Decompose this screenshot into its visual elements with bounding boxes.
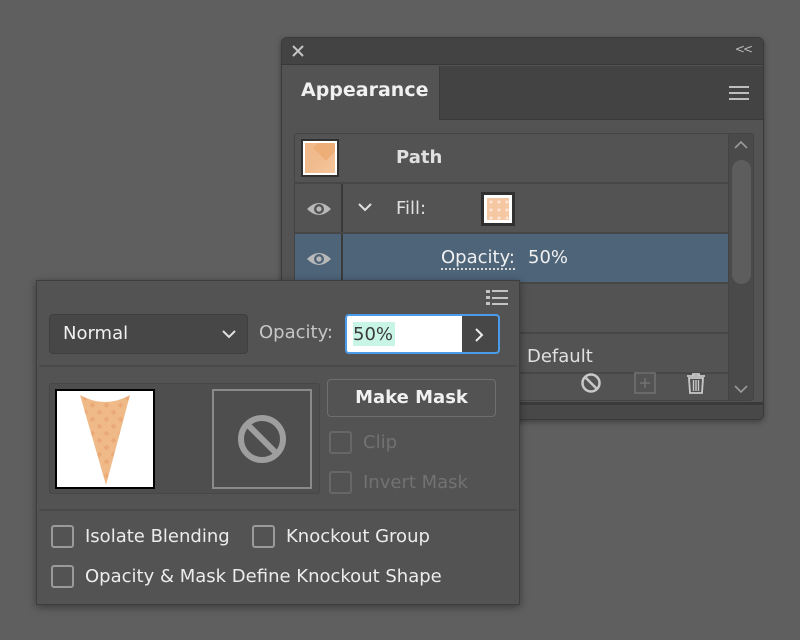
close-icon[interactable]: [291, 44, 305, 58]
opacity-link[interactable]: Opacity:: [441, 248, 515, 270]
tab-appearance[interactable]: Appearance: [282, 66, 440, 120]
opacity-field[interactable]: [345, 314, 500, 354]
list-item-opacity[interactable]: Opacity: 50%: [295, 234, 728, 284]
opacity-value: 50%: [528, 247, 569, 268]
chevron-down-icon[interactable]: [357, 201, 373, 213]
blend-mode-select[interactable]: Normal: [49, 314, 248, 354]
eye-icon[interactable]: [306, 201, 332, 217]
opacity-label: Opacity:: [259, 322, 333, 343]
appearance-titlebar[interactable]: <<: [282, 38, 763, 65]
opacity-slider-button[interactable]: [462, 316, 498, 352]
appearance-tabbar: Appearance: [282, 66, 763, 120]
default-label: Default: [527, 346, 593, 367]
scrollbar[interactable]: [728, 134, 753, 400]
mask-thumbnails: [49, 383, 320, 494]
eye-icon[interactable]: [306, 251, 332, 267]
visibility-toggle[interactable]: [295, 234, 343, 282]
transparency-panel: Normal Opacity: 50% Make Mask Clip Inver…: [36, 280, 520, 605]
invert-mask-checkbox[interactable]: [329, 471, 352, 494]
opacity-mask-knockout-checkbox[interactable]: [51, 565, 74, 588]
list-item-fill[interactable]: Fill:: [295, 184, 728, 234]
no-sign-icon: [238, 415, 286, 463]
isolate-blending-option[interactable]: Isolate Blending: [51, 525, 230, 548]
opacity-mask-knockout-option[interactable]: Opacity & Mask Define Knockout Shape: [51, 565, 442, 588]
list-item-path[interactable]: Path: [295, 134, 728, 184]
opacity-mask-thumbnail[interactable]: [212, 389, 312, 489]
double-chevron-left-icon[interactable]: <<: [735, 42, 753, 56]
invert-mask-label: Invert Mask: [363, 472, 468, 493]
no-sign-icon[interactable]: [580, 372, 602, 394]
clip-label: Clip: [363, 432, 397, 453]
invert-mask-option[interactable]: Invert Mask: [329, 471, 468, 494]
knockout-group-label: Knockout Group: [286, 526, 430, 547]
chevron-down-icon: [222, 330, 236, 339]
hamburger-menu-icon[interactable]: [729, 86, 749, 100]
clip-option[interactable]: Clip: [329, 431, 397, 454]
make-mask-button[interactable]: Make Mask: [327, 379, 496, 417]
knockout-group-checkbox[interactable]: [252, 525, 275, 548]
options-list-icon[interactable]: [486, 290, 508, 306]
fill-swatch[interactable]: [481, 192, 515, 226]
path-thumbnail: [301, 139, 339, 177]
opacity-input[interactable]: [347, 316, 463, 352]
add-new-icon[interactable]: [634, 372, 656, 394]
divider: [39, 365, 517, 367]
isolate-blending-label: Isolate Blending: [85, 526, 230, 547]
opacity-mask-knockout-label: Opacity & Mask Define Knockout Shape: [85, 566, 442, 587]
scrollbar-thumb[interactable]: [732, 160, 751, 284]
knockout-group-option[interactable]: Knockout Group: [252, 525, 430, 548]
blend-mode-value: Normal: [63, 323, 129, 344]
artwork-thumbnail[interactable]: [55, 389, 155, 489]
fill-label: Fill:: [396, 198, 427, 219]
chevron-up-icon[interactable]: [733, 140, 749, 150]
cone-artwork: [80, 395, 130, 485]
path-label: Path: [396, 147, 443, 168]
isolate-blending-checkbox[interactable]: [51, 525, 74, 548]
divider: [39, 509, 517, 511]
trash-icon[interactable]: [685, 372, 707, 394]
visibility-toggle[interactable]: [295, 184, 343, 232]
clip-checkbox[interactable]: [329, 431, 352, 454]
chevron-right-icon: [475, 328, 484, 342]
